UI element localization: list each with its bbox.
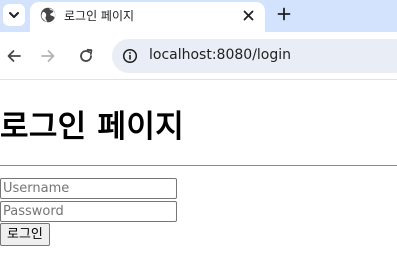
new-tab-button[interactable] [273, 3, 295, 25]
tab-title: 로그인 페이지 [64, 9, 135, 23]
browser-tab-strip: 로그인 페이지 [0, 0, 397, 32]
site-info-button[interactable] [120, 46, 140, 66]
password-input[interactable] [0, 201, 177, 222]
back-button[interactable] [3, 45, 25, 67]
reload-button[interactable] [75, 45, 97, 67]
address-bar-url[interactable]: localhost:8080/login [149, 47, 291, 63]
username-input[interactable] [0, 178, 177, 199]
browser-toolbar: localhost:8080/login [0, 32, 397, 80]
page-title: 로그인 페이지 [0, 109, 185, 145]
login-button[interactable]: 로그인 [0, 223, 50, 246]
reload-icon [80, 48, 93, 62]
horizontal-rule [0, 165, 397, 166]
arrow-right-icon [41, 50, 55, 62]
chevron-down-icon [9, 12, 19, 18]
tab-close-button[interactable] [239, 6, 257, 24]
tab-search-button[interactable] [3, 4, 25, 26]
browser-tab-active[interactable]: 로그인 페이지 [30, 2, 265, 32]
close-icon [243, 10, 253, 20]
page-content: 로그인 페이지 로그인 [0, 81, 397, 254]
info-icon [122, 48, 138, 64]
forward-button[interactable] [37, 45, 59, 67]
address-bar[interactable]: localhost:8080/login [112, 39, 397, 73]
plus-icon [277, 7, 291, 21]
arrow-left-icon [7, 50, 21, 62]
globe-icon [40, 7, 56, 23]
